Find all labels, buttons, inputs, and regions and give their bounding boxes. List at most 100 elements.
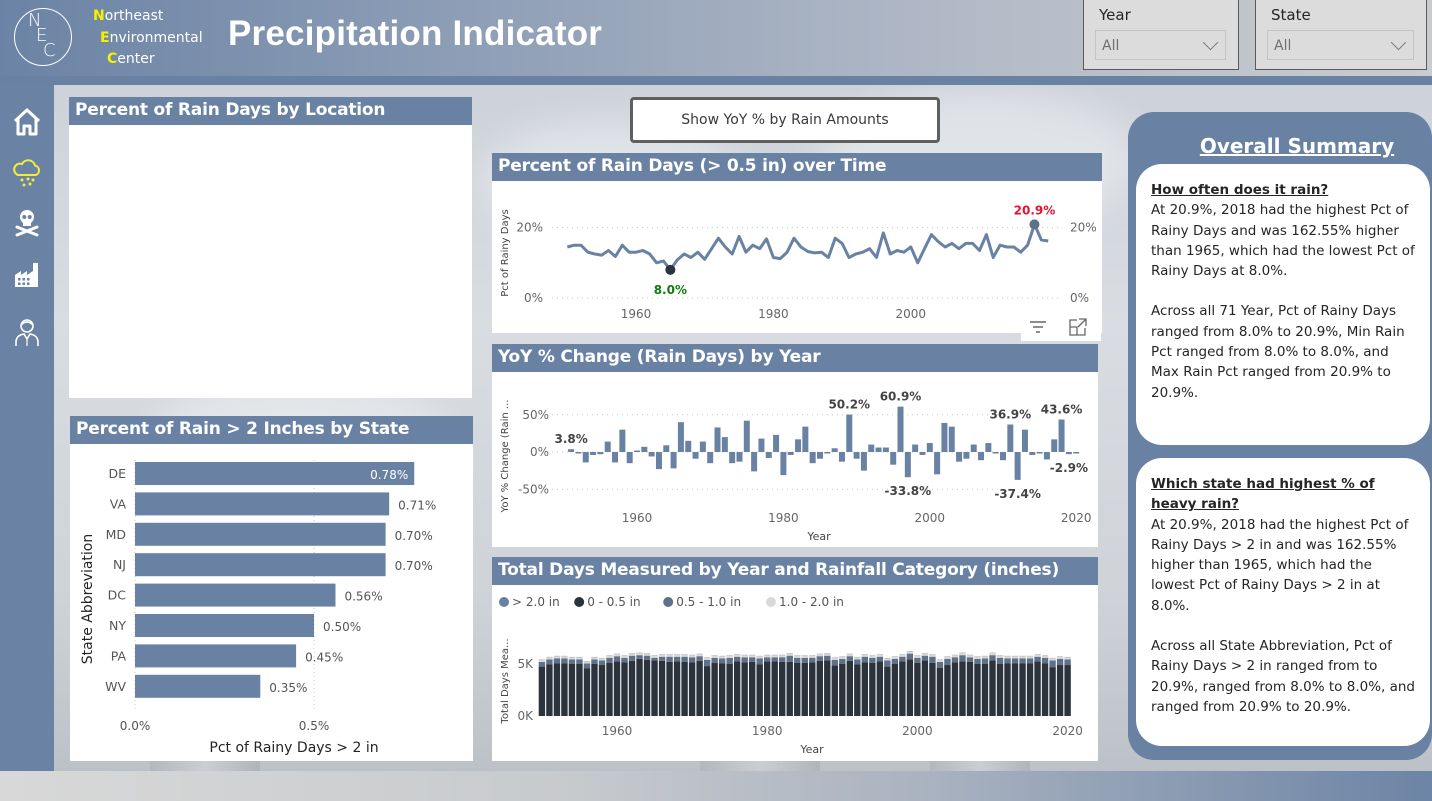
stack-segment xyxy=(658,660,666,716)
nav-industry[interactable] xyxy=(12,260,42,290)
y2-tick-label: 20% xyxy=(1070,221,1097,235)
logo-letter: C xyxy=(43,40,56,61)
stack-segment xyxy=(764,657,771,662)
stack-segment xyxy=(824,653,831,656)
stack-segment xyxy=(651,657,658,661)
stack-segment xyxy=(741,655,748,658)
stack-segment xyxy=(944,656,951,659)
page-title: Precipitation Indicator xyxy=(228,14,603,53)
stack-segment xyxy=(568,657,576,660)
summary-rain-frequency: How often does it rain? At 20.9%, 2018 h… xyxy=(1136,164,1430,445)
state-slicer: State All xyxy=(1255,0,1427,70)
stack-segment xyxy=(568,664,576,716)
stack-segment xyxy=(906,653,914,660)
stack-segment xyxy=(846,654,854,657)
stack-segment xyxy=(673,654,681,657)
stack-segment xyxy=(591,657,598,660)
y-axis-title: State Abbreviation xyxy=(80,534,96,665)
stack-segment xyxy=(876,656,884,662)
stack-segment xyxy=(748,661,756,716)
stack-segment xyxy=(771,657,778,662)
focus-mode-icon[interactable] xyxy=(1067,316,1089,338)
stack-segment xyxy=(779,657,786,662)
stack-segment xyxy=(786,655,793,662)
yoy-bar xyxy=(597,452,604,455)
stack-segment xyxy=(1004,656,1011,659)
stack-segment xyxy=(673,661,681,716)
x-tick-label: 1960 xyxy=(622,511,653,525)
nav-people[interactable] xyxy=(12,317,42,347)
bar-nj xyxy=(135,553,386,577)
year-dropdown[interactable]: All xyxy=(1095,30,1226,60)
data-label: 0.70% xyxy=(395,559,433,573)
stack-segment xyxy=(996,657,1004,664)
yoy-bar xyxy=(626,452,633,464)
stack-segment xyxy=(576,659,583,664)
x-axis-title: Year xyxy=(806,530,831,543)
data-label: 50.2% xyxy=(828,398,870,412)
x-tick-label: 0.5% xyxy=(299,719,330,733)
stack-segment xyxy=(703,657,711,660)
yoy-bar xyxy=(1073,452,1080,454)
stack-segment xyxy=(606,662,613,716)
stack-segment xyxy=(771,655,778,658)
stack-segment xyxy=(906,659,914,716)
chevron-down-icon xyxy=(1202,34,1219,51)
yoy-change-bar-chart: -50% 0% 50% 1960 1980 2000 2020 Year YoY % Chang… xyxy=(500,390,1091,543)
nav-pollution[interactable] xyxy=(12,207,42,237)
stack-segment xyxy=(876,654,884,657)
location-map[interactable] xyxy=(69,125,472,398)
stack-segment xyxy=(801,662,808,716)
nav-home[interactable] xyxy=(12,107,42,137)
stack-segment xyxy=(996,655,1004,658)
yoy-bar xyxy=(868,444,875,452)
stack-segment xyxy=(546,664,553,716)
x-tick-label: 2000 xyxy=(902,724,933,738)
stack-segment xyxy=(651,655,658,658)
rain-days-line xyxy=(566,222,1049,272)
y-tick-label: 0% xyxy=(530,445,549,459)
yoy-bar xyxy=(956,452,963,462)
state-dropdown[interactable]: All xyxy=(1267,30,1414,60)
yoy-bar xyxy=(1007,424,1014,452)
stack-segment xyxy=(711,655,718,658)
legend-label: 0.5 - 1.0 in xyxy=(676,595,741,609)
min-label: 8.0% xyxy=(654,283,687,297)
y-tick-label: 5K xyxy=(517,657,534,671)
filter-icon[interactable] xyxy=(1027,316,1049,338)
overall-summary-panel: Overall Summary How often does it rain? … xyxy=(1128,112,1432,760)
stack-segment xyxy=(869,655,876,658)
stack-segment xyxy=(718,663,726,716)
stack-segment xyxy=(839,664,846,716)
stack-segment xyxy=(981,656,989,659)
data-label: 0.45% xyxy=(305,650,343,664)
show-yoy-by-rain-amounts-button[interactable]: Show YoY % by Rain Amounts xyxy=(630,97,940,143)
org-initial: C xyxy=(107,51,118,67)
yoy-bar xyxy=(875,447,882,452)
bar-dc xyxy=(135,583,336,607)
stack-segment xyxy=(786,661,793,716)
stack-segment xyxy=(741,662,748,716)
stack-segment xyxy=(703,659,711,667)
stack-segment xyxy=(929,656,936,663)
stack-segment xyxy=(944,658,951,666)
stack-segment xyxy=(741,657,748,663)
stack-segment xyxy=(771,661,778,716)
stack-segment xyxy=(658,656,666,661)
data-label: 3.8% xyxy=(554,432,587,446)
data-label: 60.9% xyxy=(880,390,922,404)
stack-segment xyxy=(914,662,921,716)
yoy-bar xyxy=(963,452,970,459)
nav-precipitation[interactable] xyxy=(12,157,42,187)
stack-segment xyxy=(598,658,606,661)
yoy-bar xyxy=(978,452,985,461)
stack-segment xyxy=(974,658,981,664)
y-tick-label: NJ xyxy=(113,557,126,572)
stack-segment xyxy=(1064,659,1071,666)
stack-segment xyxy=(666,661,673,716)
stack-segment xyxy=(553,663,561,716)
state-bar-chart: 0.0% 0.5% DE 0.78% VA 0.71% MD 0.70% NJ 0.70% DC 0.… xyxy=(80,460,436,756)
yoy-bar xyxy=(677,422,684,452)
skull-crossbones-icon xyxy=(15,210,39,237)
stack-segment xyxy=(951,655,959,658)
